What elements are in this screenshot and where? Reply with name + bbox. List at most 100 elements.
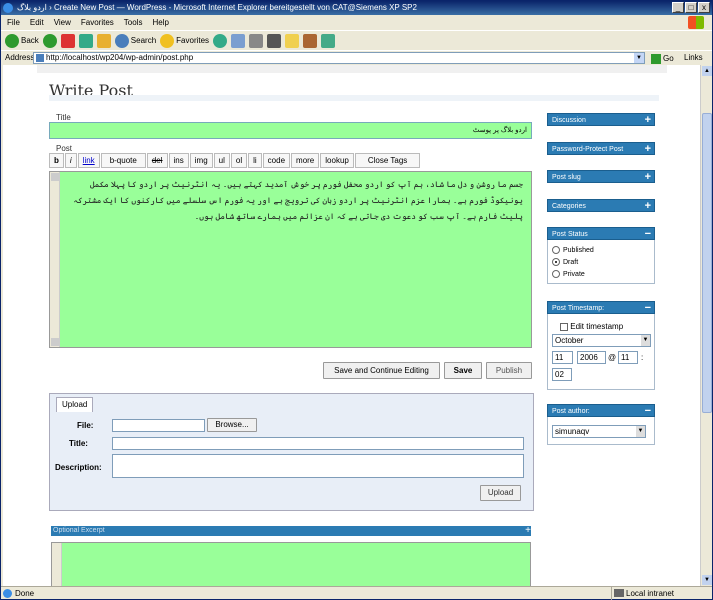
publish-button[interactable]: Publish <box>486 362 532 379</box>
print-icon[interactable] <box>249 33 264 48</box>
slug-label: Post slug <box>552 174 581 181</box>
qt-italic-button[interactable]: i <box>64 153 77 168</box>
expand-icon[interactable]: + <box>645 143 651 155</box>
history-icon[interactable] <box>213 33 228 48</box>
upload-submit-button[interactable]: Upload <box>480 485 521 501</box>
address-dropdown-icon[interactable]: ▼ <box>634 53 644 63</box>
page-icon <box>36 54 44 62</box>
timestamp-box: Post Timestamp: − Edit timestamp October ▼… <box>547 301 655 390</box>
expand-icon[interactable]: + <box>645 114 651 126</box>
browse-button[interactable]: Browse... <box>207 418 257 432</box>
research-icon[interactable] <box>303 33 318 48</box>
title-label: Title <box>56 113 71 122</box>
file-input[interactable] <box>112 419 205 432</box>
hour-input[interactable]: 11 <box>618 351 638 364</box>
qt-li-button[interactable]: li <box>248 153 262 168</box>
author-select[interactable]: simunaqv ▼ <box>552 425 646 438</box>
qt-bold-button[interactable]: b <box>49 153 64 168</box>
slug-box[interactable]: Post slug + <box>547 170 655 183</box>
post-content-textarea[interactable]: جسم ما روشن و دل ما شاد، ہم آپ کو اردو م… <box>49 171 532 348</box>
qt-close-tags-button[interactable]: Close Tags <box>354 153 421 168</box>
dropdown-arrow-icon: ▼ <box>636 426 645 437</box>
scroll-down-icon[interactable]: ▼ <box>702 575 712 585</box>
folder-icon[interactable] <box>285 33 300 48</box>
qt-ins-button[interactable]: ins <box>168 153 189 168</box>
menu-bar: File Edit View Favorites Tools Help <box>1 15 712 30</box>
menu-help[interactable]: Help <box>152 15 168 30</box>
scroll-thumb[interactable] <box>702 113 712 413</box>
go-button[interactable]: Go <box>651 52 674 66</box>
qt-ul-button[interactable]: ul <box>213 153 230 168</box>
upload-tab[interactable]: Upload <box>56 397 94 412</box>
year-input[interactable]: 2006 <box>577 351 606 364</box>
qt-more-button[interactable]: more <box>291 153 320 168</box>
favorites-button[interactable]: Favorites <box>160 33 209 48</box>
qt-lookup-button[interactable]: lookup <box>320 153 354 168</box>
address-input[interactable]: http://localhost/wp204/wp-admin/post.php… <box>33 52 645 64</box>
status-draft-radio[interactable]: Draft <box>548 256 654 268</box>
expand-icon[interactable]: + <box>645 200 651 212</box>
excerpt-header[interactable]: Optional Excerpt + <box>51 526 531 536</box>
edit-timestamp-checkbox[interactable]: Edit timestamp <box>560 322 623 331</box>
close-button[interactable]: x <box>698 2 710 13</box>
status-text: Done <box>15 589 35 598</box>
search-button[interactable]: Search <box>114 33 156 48</box>
description-label: Description: <box>55 463 102 472</box>
at-label: @ <box>608 353 617 362</box>
expand-icon[interactable]: + <box>645 171 651 183</box>
menu-view[interactable]: View <box>54 15 71 30</box>
menu-tools[interactable]: Tools <box>124 15 143 30</box>
maximize-button[interactable]: □ <box>685 2 697 13</box>
status-box: Post Status − Published Draft Private <box>547 227 655 284</box>
header-strip <box>37 65 667 73</box>
scroll-up-icon[interactable]: ▲ <box>702 66 712 76</box>
description-input[interactable] <box>112 454 524 478</box>
minimize-button[interactable]: _ <box>672 2 684 13</box>
home-icon[interactable] <box>96 33 111 48</box>
upload-title-input[interactable] <box>112 437 524 450</box>
post-label: Post <box>56 144 73 153</box>
timestamp-label: Post Timestamp: <box>552 305 605 312</box>
save-continue-button[interactable]: Save and Continue Editing <box>323 362 440 379</box>
save-button[interactable]: Save <box>444 362 482 379</box>
links-button[interactable]: Links <box>684 51 703 65</box>
menu-favorites[interactable]: Favorites <box>81 15 114 30</box>
status-label: Post Status <box>552 231 588 238</box>
forward-button[interactable] <box>42 33 57 48</box>
collapse-icon[interactable]: − <box>645 228 651 240</box>
qt-ol-button[interactable]: ol <box>230 153 248 168</box>
month-select[interactable]: October ▼ <box>552 334 651 347</box>
categories-box[interactable]: Categories + <box>547 199 655 212</box>
title-input[interactable]: اردو بلاگ پر پوسٹ <box>49 122 532 139</box>
messenger-icon[interactable] <box>321 33 336 48</box>
menu-edit[interactable]: Edit <box>30 15 44 30</box>
browser-toolbar: Back Search Favorites <box>1 30 712 50</box>
minute-input[interactable]: 02 <box>552 368 572 381</box>
status-published-radio[interactable]: Published <box>548 244 654 256</box>
discussion-box[interactable]: Discussion + <box>547 113 655 126</box>
refresh-icon[interactable] <box>78 33 93 48</box>
editor-scrollbar[interactable] <box>50 172 60 347</box>
author-label: Post author: <box>552 408 590 415</box>
day-input[interactable]: 11 <box>552 351 573 364</box>
qt-del-button[interactable]: del <box>146 153 168 168</box>
stop-icon[interactable] <box>60 33 75 48</box>
menu-file[interactable]: File <box>7 15 20 30</box>
qt-code-button[interactable]: code <box>262 153 291 168</box>
collapse-icon[interactable]: − <box>645 302 651 314</box>
qt-img-button[interactable]: img <box>189 153 213 168</box>
qt-blockquote-button[interactable]: b-quote <box>100 153 146 168</box>
password-box[interactable]: Password-Protect Post + <box>547 142 655 155</box>
page-scrollbar[interactable]: ▲ ▼ <box>700 65 712 586</box>
mail-icon[interactable] <box>231 33 246 48</box>
excerpt-textarea[interactable] <box>51 542 531 586</box>
qt-link-button[interactable]: link <box>77 153 100 168</box>
edit-icon[interactable] <box>267 33 282 48</box>
back-button[interactable]: Back <box>5 33 39 48</box>
status-private-radio[interactable]: Private <box>548 268 654 280</box>
address-bar: Address http://localhost/wp204/wp-admin/… <box>1 50 712 65</box>
quicktags-toolbar: b i link b-quote del ins img ul ol li co… <box>49 153 421 168</box>
collapse-icon[interactable]: − <box>645 405 651 417</box>
excerpt-toggle-icon[interactable]: + <box>525 526 531 536</box>
excerpt-scrollbar[interactable] <box>52 543 62 586</box>
